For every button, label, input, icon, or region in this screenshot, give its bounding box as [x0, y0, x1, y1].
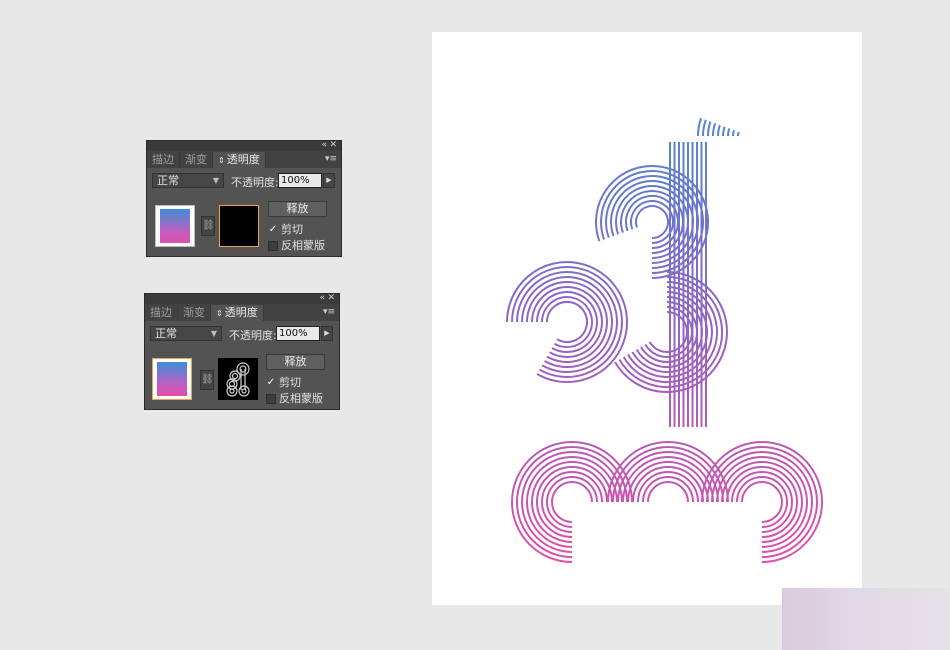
gradient-preview [157, 362, 187, 396]
watermark-blur [782, 588, 950, 650]
mask-thumbnail[interactable] [219, 205, 259, 247]
tab-transparency-label: 透明度 [226, 153, 260, 166]
clip-checkbox[interactable]: ✓ 剪切 [268, 221, 303, 237]
panel-titlebar: « ✕ [145, 293, 339, 304]
artboard[interactable] [432, 32, 862, 605]
caret-down-icon: ▼ [210, 329, 217, 338]
blend-row: 正常 ▼ 不透明度: 100% ▶ [145, 321, 339, 345]
blend-mode-select[interactable]: 正常 ▼ [152, 173, 224, 188]
panel-titlebar: « ✕ [147, 140, 341, 151]
panel-menu-icon[interactable]: ▾≡ [323, 307, 335, 317]
panel-tabs: 描边 渐变 ⇕ 透明度 ▾≡ [147, 151, 341, 168]
blend-row: 正常 ▼ 不透明度: 100% ▶ [147, 168, 341, 192]
caret-right-icon[interactable]: ▶ [321, 326, 333, 341]
transparency-panel-1: « ✕ 描边 渐变 ⇕ 透明度 ▾≡ 正常 ▼ 不透明度: 100% ▶ ⛓ 释放 … [146, 140, 342, 257]
invert-mask-checkbox[interactable]: 反相蒙版 [268, 237, 325, 253]
chain-link-icon[interactable]: ⛓ [200, 370, 214, 390]
clip-label: 剪切 [281, 223, 303, 236]
blend-mode-value: 正常 [155, 327, 177, 340]
tab-gradient[interactable]: 渐变 [180, 152, 213, 168]
caret-right-icon[interactable]: ▶ [323, 173, 335, 188]
release-button[interactable]: 释放 [266, 354, 325, 370]
blend-mode-value: 正常 [157, 174, 179, 187]
panel-menu-icon[interactable]: ▾≡ [325, 154, 337, 164]
tab-transparency-label: 透明度 [224, 306, 258, 319]
clip-checkbox[interactable]: ✓ 剪切 [266, 374, 301, 390]
release-button[interactable]: 释放 [268, 201, 327, 217]
opacity-input[interactable]: 100% [278, 173, 322, 188]
tab-transparency[interactable]: ⇕ 透明度 [213, 152, 266, 168]
double-chevron-left-icon[interactable]: « [319, 293, 325, 303]
gradient-preview [160, 209, 190, 243]
transparency-panel-2: « ✕ 描边 渐变 ⇕ 透明度 ▾≡ 正常 ▼ 不透明度: 100% ▶ ⛓ 释放 … [144, 293, 340, 410]
panel-tabs: 描边 渐变 ⇕ 透明度 ▾≡ [145, 304, 339, 321]
invert-mask-checkbox[interactable]: 反相蒙版 [266, 390, 323, 406]
checkbox-empty-icon [266, 394, 276, 404]
close-icon[interactable]: ✕ [327, 293, 335, 303]
tab-transparency[interactable]: ⇕ 透明度 [211, 305, 264, 321]
checkmark-icon: ✓ [268, 224, 278, 235]
artwork-thumbnail[interactable] [155, 205, 195, 247]
opacity-input[interactable]: 100% [276, 326, 320, 341]
invert-mask-label: 反相蒙版 [279, 392, 323, 405]
checkbox-empty-icon [268, 241, 278, 251]
tab-gradient[interactable]: 渐变 [178, 305, 211, 321]
concentric-lines-artwork [506, 117, 823, 563]
double-chevron-left-icon[interactable]: « [321, 140, 327, 150]
artwork-strokes [506, 117, 823, 563]
invert-mask-label: 反相蒙版 [281, 239, 325, 252]
caret-down-icon: ▼ [212, 176, 219, 185]
tab-stroke[interactable]: 描边 [145, 305, 178, 321]
opacity-label: 不透明度: [231, 176, 279, 189]
updown-icon: ⇕ [216, 309, 223, 318]
blend-mode-select[interactable]: 正常 ▼ [150, 326, 222, 341]
tab-stroke[interactable]: 描边 [147, 152, 180, 168]
close-icon[interactable]: ✕ [329, 140, 337, 150]
mask-preview-icon [226, 362, 250, 397]
checkmark-icon: ✓ [266, 377, 276, 388]
chain-link-icon[interactable]: ⛓ [201, 216, 215, 236]
clip-label: 剪切 [279, 376, 301, 389]
artwork-thumbnail[interactable] [152, 358, 192, 400]
opacity-label: 不透明度: [229, 329, 277, 342]
mask-thumbnail[interactable] [218, 358, 258, 400]
updown-icon: ⇕ [218, 156, 225, 165]
